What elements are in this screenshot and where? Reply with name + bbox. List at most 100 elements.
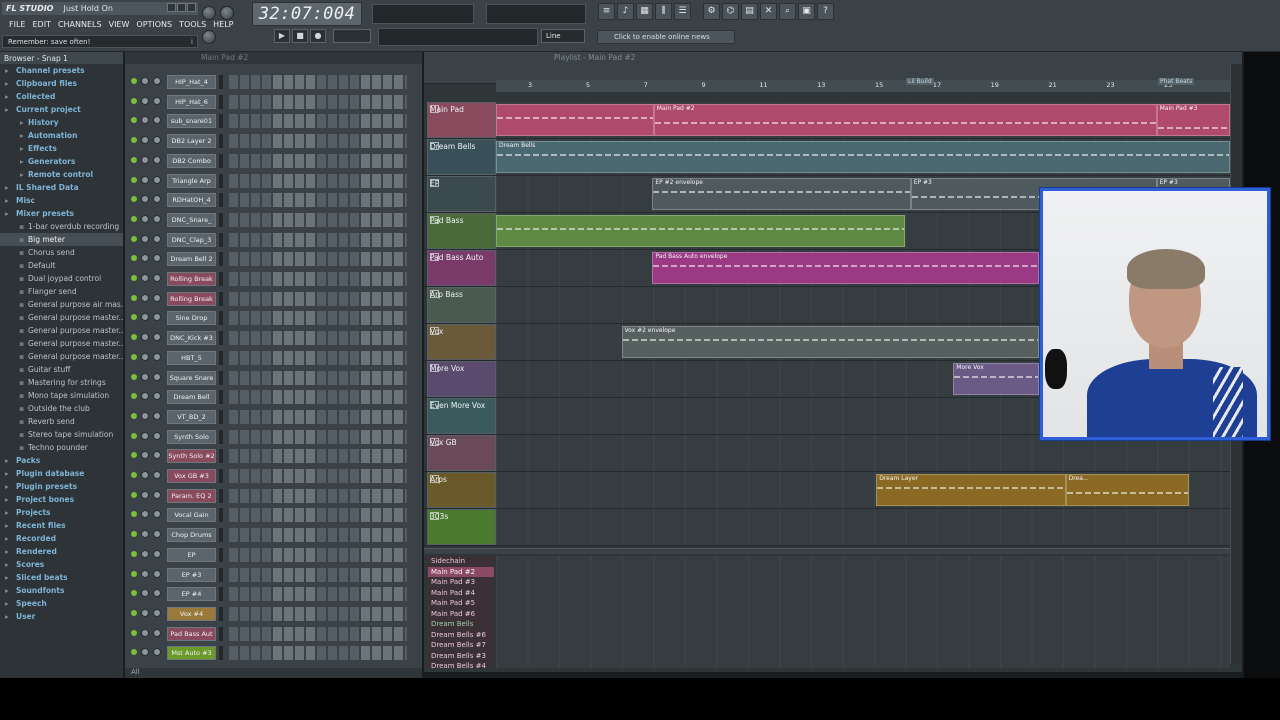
step-sequencer[interactable] bbox=[229, 547, 407, 562]
pattern-clip[interactable]: Dream Layer bbox=[876, 474, 1066, 506]
channel-volume-knob[interactable] bbox=[153, 648, 161, 657]
browser-folder[interactable]: History bbox=[0, 116, 123, 129]
step-sequencer[interactable] bbox=[229, 449, 407, 464]
channel-pan-knob[interactable] bbox=[141, 175, 149, 184]
channel-volume-knob[interactable] bbox=[153, 411, 161, 420]
channel-volume-knob[interactable] bbox=[153, 77, 161, 85]
step-sequencer[interactable] bbox=[229, 311, 407, 326]
channel-select-bar[interactable] bbox=[219, 291, 223, 306]
channel-volume-knob[interactable] bbox=[153, 195, 161, 204]
channel-volume-knob[interactable] bbox=[153, 549, 161, 558]
channel-row[interactable]: DNC_Snare_ bbox=[125, 210, 422, 230]
channel-pan-knob[interactable] bbox=[141, 313, 149, 322]
channel-row[interactable]: VT_BD_2 bbox=[125, 407, 422, 427]
channel-select-bar[interactable] bbox=[219, 311, 223, 326]
channel-mute-led[interactable] bbox=[131, 97, 137, 104]
step-sequencer[interactable] bbox=[229, 488, 407, 503]
stop-button[interactable]: ■ bbox=[292, 29, 308, 43]
folder-icon[interactable]: ▣ bbox=[798, 3, 815, 20]
track-header[interactable]: EP bbox=[427, 176, 496, 212]
channel-select-bar[interactable] bbox=[219, 606, 223, 621]
channel-select-bar[interactable] bbox=[219, 134, 223, 149]
channel-pan-knob[interactable] bbox=[141, 471, 149, 479]
channel-row[interactable]: Dream Bell 2 bbox=[125, 249, 422, 269]
channel-mute-led[interactable] bbox=[131, 491, 137, 498]
minimize-icon[interactable] bbox=[167, 3, 176, 12]
browser-folder[interactable]: Packs bbox=[0, 454, 123, 467]
channel-pan-knob[interactable] bbox=[141, 431, 149, 440]
piano-roll-icon[interactable]: ♪ bbox=[617, 3, 634, 20]
channel-pan-knob[interactable] bbox=[141, 214, 149, 223]
channel-mute-led[interactable] bbox=[131, 176, 137, 183]
channel-pan-knob[interactable] bbox=[141, 411, 149, 420]
playlist-icon[interactable]: ≡ bbox=[598, 3, 615, 20]
track-lane[interactable] bbox=[496, 435, 1230, 471]
channel-name-button[interactable]: Dream Bell 2 bbox=[167, 252, 216, 267]
channel-name-button[interactable]: Pad Bass Aut bbox=[167, 626, 216, 641]
browser-folder[interactable]: Channel presets bbox=[0, 64, 123, 77]
channel-mute-led[interactable] bbox=[131, 235, 137, 242]
pattern-item[interactable]: Dream Bells #3 bbox=[428, 651, 494, 662]
browser-file[interactable]: General purpose master... bbox=[0, 350, 123, 363]
step-sequencer[interactable] bbox=[229, 370, 407, 385]
pattern-clip[interactable]: EP #2 envelope bbox=[652, 178, 911, 210]
play-button[interactable]: ▶ bbox=[274, 29, 290, 43]
channel-pan-knob[interactable] bbox=[141, 293, 149, 302]
channel-mute-led[interactable] bbox=[131, 412, 137, 419]
tools-icon[interactable]: ✕ bbox=[760, 3, 777, 20]
channel-name-button[interactable]: Sine Drop bbox=[167, 311, 216, 326]
track-header[interactable]: Arp Bass bbox=[427, 287, 496, 323]
channel-mute-led[interactable] bbox=[131, 373, 137, 380]
channel-pan-knob[interactable] bbox=[141, 510, 149, 519]
pattern-clip[interactable]: Vox #2 envelope bbox=[621, 326, 1040, 358]
menu-tools[interactable]: TOOLS bbox=[179, 20, 206, 29]
channel-name-button[interactable]: Synth Solo #2 bbox=[167, 449, 216, 464]
browser-folder[interactable]: Remote control bbox=[0, 168, 123, 181]
pattern-clip[interactable]: Main Pad #3 bbox=[1156, 104, 1230, 136]
channel-name-button[interactable]: Param. EQ 2 bbox=[167, 488, 216, 503]
menu-view[interactable]: VIEW bbox=[109, 20, 130, 29]
channel-filter[interactable]: All bbox=[131, 668, 140, 676]
channel-select-bar[interactable] bbox=[219, 469, 223, 483]
track-header[interactable]: Main Pad bbox=[427, 102, 496, 138]
channel-name-button[interactable]: Vox GB #3 bbox=[167, 469, 216, 483]
step-sequencer[interactable] bbox=[229, 331, 407, 346]
track-lane[interactable]: Dream Layer Drea... bbox=[496, 472, 1230, 508]
channel-row[interactable]: Triangle Arp bbox=[125, 171, 422, 191]
channel-pan-knob[interactable] bbox=[141, 372, 149, 381]
channel-name-button[interactable]: DB2 Layer 2 bbox=[167, 134, 216, 149]
step-sequencer[interactable] bbox=[229, 75, 407, 89]
channel-pan-knob[interactable] bbox=[141, 274, 149, 282]
channel-pan-knob[interactable] bbox=[141, 254, 149, 263]
channel-select-bar[interactable] bbox=[219, 626, 223, 641]
timeline-ruler[interactable]: 3 5 7 9 11 13 15 17 19 21 23 25 Lil Build Phat Beats bbox=[496, 78, 1230, 92]
channel-select-bar[interactable] bbox=[219, 488, 223, 503]
browser-file[interactable]: Stereo tape simulation bbox=[0, 428, 123, 441]
channel-pan-knob[interactable] bbox=[141, 392, 149, 401]
channel-pan-knob[interactable] bbox=[141, 96, 149, 105]
browser-folder[interactable]: Rendered bbox=[0, 545, 123, 558]
pattern-item[interactable]: Sidechain bbox=[428, 556, 494, 567]
browser-folder[interactable]: Clipboard files bbox=[0, 77, 123, 90]
channel-row[interactable]: EP #4 bbox=[125, 584, 422, 604]
browser-file[interactable]: Big meter bbox=[0, 233, 123, 246]
browser-file[interactable]: Mono tape simulation bbox=[0, 389, 123, 402]
browser-file[interactable]: General purpose master... bbox=[0, 337, 123, 350]
channel-select-bar[interactable] bbox=[219, 94, 223, 109]
pattern-item[interactable]: Dream Bells #4 bbox=[428, 661, 494, 668]
channel-select-bar[interactable] bbox=[219, 567, 223, 582]
channel-name-button[interactable]: EP #4 bbox=[167, 587, 216, 602]
channel-row[interactable]: DNC_Kick #3 bbox=[125, 328, 422, 348]
channel-select-bar[interactable] bbox=[219, 252, 223, 267]
browser-folder[interactable]: IL Shared Data bbox=[0, 181, 123, 194]
pattern-lane[interactable] bbox=[496, 556, 1230, 668]
browser-file[interactable]: General purpose air mas... bbox=[0, 298, 123, 311]
channel-mute-led[interactable] bbox=[131, 314, 137, 321]
channel-mute-led[interactable] bbox=[131, 137, 137, 144]
channel-pan-knob[interactable] bbox=[141, 490, 149, 499]
channel-volume-knob[interactable] bbox=[153, 155, 161, 164]
channel-pan-knob[interactable] bbox=[141, 234, 149, 243]
browser-folder[interactable]: Automation bbox=[0, 129, 123, 142]
channel-select-bar[interactable] bbox=[219, 429, 223, 444]
channel-name-button[interactable]: RDHatOH_4 bbox=[167, 193, 216, 208]
